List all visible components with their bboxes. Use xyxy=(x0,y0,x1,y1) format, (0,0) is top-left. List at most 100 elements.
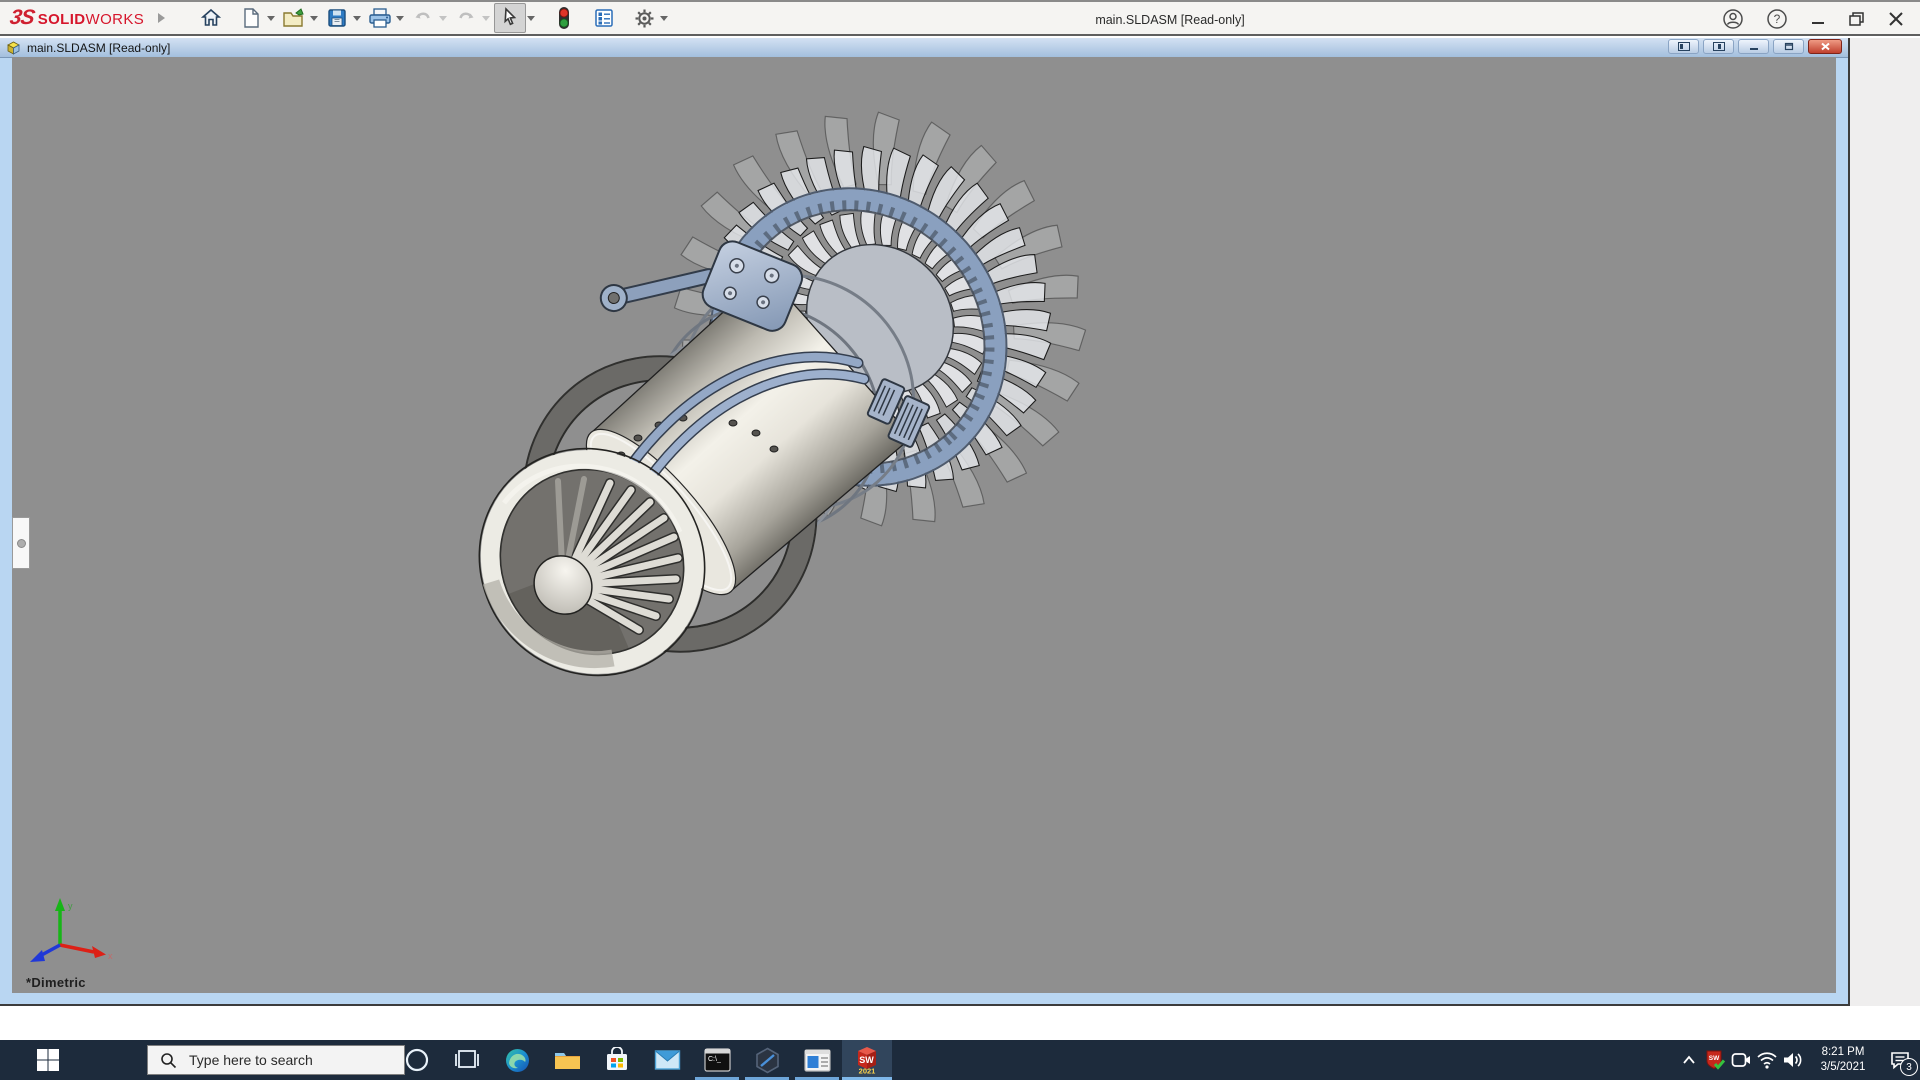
clock-time: 8:21 PM xyxy=(1810,1045,1876,1060)
settings-button[interactable] xyxy=(629,4,659,32)
print-icon xyxy=(368,7,392,29)
taskbar-command-prompt-button[interactable]: C:\_ xyxy=(692,1040,742,1080)
app-window-controls: ? xyxy=(1722,2,1920,36)
redo-icon xyxy=(455,8,477,28)
new-document-dropdown[interactable] xyxy=(267,16,275,25)
select-cursor-icon xyxy=(499,6,521,30)
open-folder-icon xyxy=(282,7,306,29)
volume-icon xyxy=(1782,1051,1804,1069)
engine-3d-model[interactable] xyxy=(12,57,1836,993)
taskbar-apps: C:\_ xyxy=(392,1040,892,1080)
select-tool-dropdown[interactable] xyxy=(527,16,535,25)
undo-button[interactable] xyxy=(408,4,438,32)
document-minimize-button[interactable] xyxy=(1738,39,1769,54)
tray-solidworks-monitor[interactable]: SW xyxy=(1702,1040,1728,1080)
select-tool-button[interactable] xyxy=(494,3,526,33)
taskbar-search-box[interactable] xyxy=(147,1045,405,1075)
document-window: main.SLDASM [Read-only] xyxy=(0,38,1850,1006)
mdi-area: main.SLDASM [Read-only] xyxy=(0,38,1920,1006)
toggle-right-panel-button[interactable] xyxy=(1703,39,1734,54)
tray-meet-now-button[interactable] xyxy=(1728,1040,1754,1080)
dassault-logo-icon: 3S xyxy=(8,6,36,30)
taskbar-file-explorer-button[interactable] xyxy=(542,1040,592,1080)
collapsed-panel-tab[interactable] xyxy=(12,517,30,569)
triad-y-label: y xyxy=(68,901,73,911)
document-restore-button[interactable] xyxy=(1773,39,1804,54)
assembly-document-icon xyxy=(5,40,22,55)
mail-icon xyxy=(654,1049,681,1071)
command-prompt-text: C:\_ xyxy=(708,1056,721,1063)
help-icon[interactable]: ? xyxy=(1766,8,1788,30)
tray-volume-button[interactable] xyxy=(1780,1040,1806,1080)
task-pane-button[interactable] xyxy=(589,4,619,32)
solidworks-icon-year: 2021 xyxy=(859,1067,876,1076)
panel-expand-dot-icon xyxy=(17,539,26,548)
clock-date: 3/5/2021 xyxy=(1810,1060,1876,1075)
search-input[interactable] xyxy=(187,1051,391,1069)
microsoft-store-icon xyxy=(604,1047,630,1073)
home-button[interactable] xyxy=(196,4,226,32)
taskbar-cortana-button[interactable] xyxy=(392,1040,442,1080)
document-window-controls xyxy=(1668,39,1842,54)
user-account-icon[interactable] xyxy=(1722,8,1744,30)
view-orientation-label: *Dimetric xyxy=(26,975,86,990)
document-close-button[interactable] xyxy=(1808,39,1842,54)
menu-flyout-arrow-icon[interactable] xyxy=(158,13,170,23)
close-button[interactable] xyxy=(1888,11,1904,27)
app-window-title: main.SLDASM [Read-only] xyxy=(1020,2,1320,36)
taskbar-solidworks-button[interactable]: SW 2021 xyxy=(842,1040,892,1080)
document-titlebar[interactable]: main.SLDASM [Read-only] xyxy=(0,38,1848,58)
restore-button[interactable] xyxy=(1848,11,1866,27)
taskbar-mail-button[interactable] xyxy=(642,1040,692,1080)
taskbar-hexagon-app-button[interactable] xyxy=(742,1040,792,1080)
task-view-icon xyxy=(454,1047,480,1073)
system-tray: SW 8:21 PM xyxy=(1676,1040,1920,1080)
search-icon xyxy=(160,1052,177,1069)
redo-button[interactable] xyxy=(451,4,481,32)
traffic-light-icon xyxy=(557,6,571,30)
sw-resource-monitor-icon: SW xyxy=(1705,1049,1725,1071)
windows-taskbar: C:\_ xyxy=(0,1040,1920,1080)
app-titlebar: 3S SOLIDWORKS xyxy=(0,0,1920,36)
undo-dropdown[interactable] xyxy=(439,16,447,25)
brand-name-light: WORKS xyxy=(86,11,145,28)
new-document-button[interactable] xyxy=(236,4,266,32)
chevron-up-icon xyxy=(1682,1055,1696,1065)
redo-dropdown[interactable] xyxy=(482,16,490,25)
quick-access-toolbar xyxy=(196,3,672,33)
toggle-left-panel-button[interactable] xyxy=(1668,39,1699,54)
brand-name-bold: SOLID xyxy=(38,11,86,28)
triad-x-label: x xyxy=(108,951,113,961)
reference-triad: y x xyxy=(22,895,117,980)
wifi-icon xyxy=(1756,1051,1778,1069)
windows-logo-icon xyxy=(36,1048,60,1072)
command-prompt-icon: C:\_ xyxy=(704,1048,731,1072)
open-button[interactable] xyxy=(279,4,309,32)
save-button[interactable] xyxy=(322,4,352,32)
save-dropdown[interactable] xyxy=(353,16,361,25)
start-button[interactable] xyxy=(0,1040,96,1080)
print-button[interactable] xyxy=(365,4,395,32)
tray-show-hidden-button[interactable] xyxy=(1676,1040,1702,1080)
print-dropdown[interactable] xyxy=(396,16,404,25)
hexagon-app-icon xyxy=(754,1047,781,1074)
rebuild-button[interactable] xyxy=(549,4,579,32)
solidworks-2021-icon: SW 2021 xyxy=(853,1045,881,1075)
taskbar-window-app-button[interactable] xyxy=(792,1040,842,1080)
tray-network-button[interactable] xyxy=(1754,1040,1780,1080)
new-document-icon xyxy=(241,7,261,29)
window-app-icon xyxy=(804,1049,831,1072)
taskbar-store-button[interactable] xyxy=(592,1040,642,1080)
taskbar-task-view-button[interactable] xyxy=(442,1040,492,1080)
action-center-button[interactable]: 3 xyxy=(1880,1040,1920,1080)
solidworks-logo: 3S SOLIDWORKS xyxy=(10,6,144,30)
notification-badge: 3 xyxy=(1900,1058,1918,1076)
taskbar-edge-button[interactable] xyxy=(492,1040,542,1080)
document-title: main.SLDASM [Read-only] xyxy=(27,41,170,55)
settings-dropdown[interactable] xyxy=(660,16,668,25)
edge-icon xyxy=(504,1047,531,1074)
open-dropdown[interactable] xyxy=(310,16,318,25)
tray-clock[interactable]: 8:21 PM 3/5/2021 xyxy=(1810,1045,1876,1075)
minimize-button[interactable] xyxy=(1810,11,1826,27)
graphics-viewport[interactable]: y x *Dimetric xyxy=(12,57,1836,993)
